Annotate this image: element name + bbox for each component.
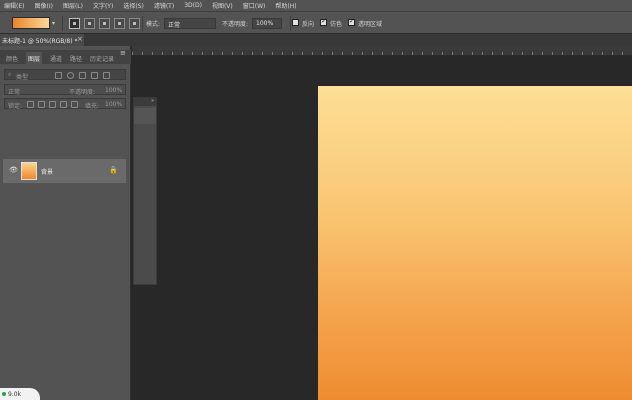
status-dot-icon xyxy=(2,392,6,396)
search-icon: ⌕ xyxy=(8,71,12,78)
diamond-gradient-button[interactable] xyxy=(129,18,140,29)
reverse-checkbox[interactable] xyxy=(292,19,299,26)
menu-filter[interactable]: 滤镜(T) xyxy=(154,1,174,10)
opacity-label: 不透明度: xyxy=(222,21,249,28)
filter-type-icon[interactable] xyxy=(79,72,86,79)
menu-type[interactable]: 文字(Y) xyxy=(93,1,113,10)
horizontal-ruler[interactable] xyxy=(132,46,632,56)
lock-artboard-icon[interactable] xyxy=(60,101,67,108)
filter-pixel-icon[interactable] xyxy=(55,72,62,79)
transparency-checkbox[interactable] xyxy=(348,17,355,26)
tab-paths[interactable]: 路径 xyxy=(68,52,84,64)
menu-bar: 编辑(E) 图像(I) 图层(L) 文字(Y) 选择(S) 滤镜(T) 3D(D… xyxy=(0,0,632,11)
close-icon[interactable]: × xyxy=(77,35,83,43)
menu-select[interactable]: 选择(S) xyxy=(123,1,144,10)
radial-gradient-button[interactable] xyxy=(84,18,95,29)
panel-icon-button[interactable] xyxy=(134,108,156,124)
tab-channels[interactable]: 通道 xyxy=(48,52,64,64)
lock-transparent-icon[interactable] xyxy=(27,101,34,108)
document-tab-title: 未标题-1 @ 50%(RGB/8) * xyxy=(2,38,78,45)
lock-all-icon[interactable] xyxy=(71,101,78,108)
layer-row[interactable]: 👁 背景 🔒 xyxy=(3,159,126,183)
layer-filter-row: ⌕ 类型 xyxy=(4,69,126,81)
document-tab[interactable]: 未标题-1 @ 50%(RGB/8) * xyxy=(0,34,84,46)
document-canvas[interactable] xyxy=(318,86,632,400)
gradient-picker[interactable] xyxy=(12,17,50,29)
layer-thumbnail xyxy=(21,162,37,180)
fill-label: 填充: xyxy=(85,103,100,110)
lock-position-icon[interactable] xyxy=(49,101,56,108)
filter-smart-object-icon[interactable] xyxy=(103,72,110,79)
tab-history[interactable]: 历史记录 xyxy=(88,52,116,64)
filter-kind-select[interactable]: 类型 xyxy=(16,72,28,81)
divider xyxy=(290,16,291,31)
menu-layer[interactable]: 图层(L) xyxy=(63,1,83,10)
transparency-label: 透明区域 xyxy=(358,21,383,28)
document-tab-bar: 未标题-1 @ 50%(RGB/8) * × xyxy=(0,34,632,46)
collapsed-panel: » xyxy=(133,97,157,285)
dither-checkbox[interactable] xyxy=(320,17,327,26)
eye-icon[interactable]: 👁 xyxy=(9,166,18,174)
tab-layers[interactable]: 图层 xyxy=(26,52,43,64)
collapse-icon[interactable]: » xyxy=(134,98,156,106)
menu-window[interactable]: 窗口(W) xyxy=(243,1,266,10)
opacity-field[interactable]: 100% xyxy=(252,18,282,29)
linear-gradient-button[interactable] xyxy=(69,18,80,29)
menu-edit[interactable]: 编辑(E) xyxy=(4,1,24,10)
options-bar: ▾ 模式: 正常 不透明度: 100% 反向 仿色 透明区域 xyxy=(0,11,632,34)
reverse-label: 反向 xyxy=(302,21,315,28)
layer-opacity-label: 不透明度: xyxy=(69,89,96,96)
filter-shape-icon[interactable] xyxy=(91,72,98,79)
filter-adjustment-icon[interactable] xyxy=(67,72,74,79)
status-badge-text: 9.0k xyxy=(8,391,22,398)
tab-color[interactable]: 颜色 xyxy=(4,52,20,64)
layer-opacity-field[interactable]: 100% xyxy=(105,87,122,94)
lock-row: 锁定: 填充: 100% xyxy=(4,98,126,110)
panel-tab-strip: 颜色 图层 通道 路径 历史记录 xyxy=(0,50,131,64)
angle-gradient-button[interactable] xyxy=(99,18,110,29)
layers-panel: 颜色 图层 通道 路径 历史记录 ≡ ⌕ 类型 正常 不透明度: 100% 锁定… xyxy=(0,46,131,400)
lock-label: 锁定: xyxy=(8,103,23,110)
menu-help[interactable]: 帮助(H) xyxy=(275,1,296,10)
mode-select[interactable]: 正常 xyxy=(164,18,216,29)
menu-view[interactable]: 视图(V) xyxy=(212,1,233,10)
reflected-gradient-button[interactable] xyxy=(114,18,125,29)
lock-icon[interactable]: 🔒 xyxy=(109,166,118,174)
panel-menu-icon[interactable]: ≡ xyxy=(120,49,126,57)
lock-image-icon[interactable] xyxy=(38,101,45,108)
fill-field[interactable]: 100% xyxy=(105,101,122,108)
chevron-down-icon[interactable]: ▾ xyxy=(52,20,55,27)
menu-image[interactable]: 图像(I) xyxy=(34,1,52,10)
divider xyxy=(62,16,63,31)
divider xyxy=(142,16,143,31)
blend-row: 正常 不透明度: 100% xyxy=(4,84,126,96)
menu-3d[interactable]: 3D(D) xyxy=(184,2,202,9)
blend-mode-select[interactable]: 正常 xyxy=(8,87,20,96)
layer-name[interactable]: 背景 xyxy=(41,167,53,176)
mode-label: 模式: xyxy=(146,21,161,28)
status-badge: 9.0k xyxy=(0,388,40,400)
dither-label: 仿色 xyxy=(330,21,343,28)
